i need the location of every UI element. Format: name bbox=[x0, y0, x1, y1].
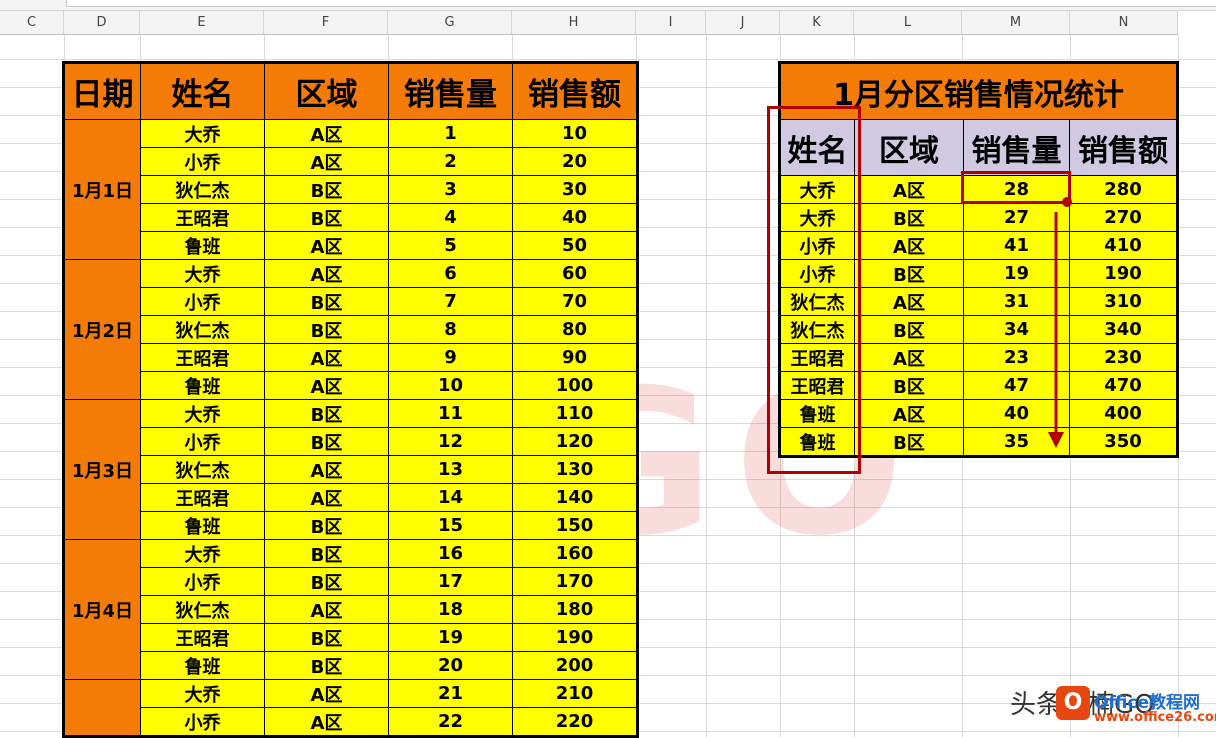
logo-url: www.office26.com bbox=[1094, 710, 1216, 725]
fill-down-arrow bbox=[1048, 197, 1072, 448]
office-logo-icon: O bbox=[1056, 686, 1090, 720]
